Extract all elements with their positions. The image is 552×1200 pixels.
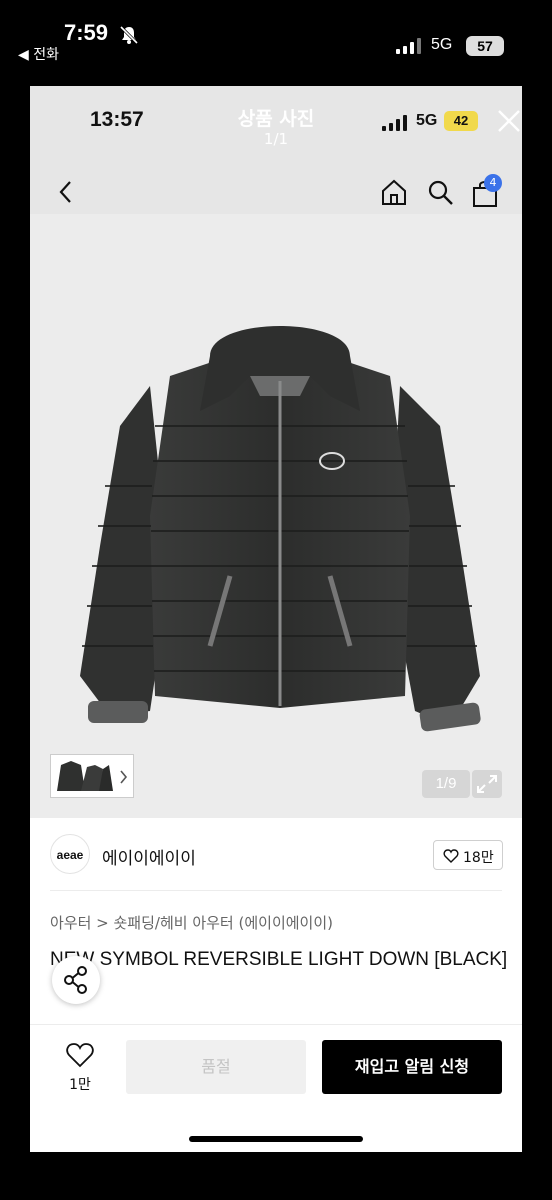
gallery-page-indicator: 1/9 — [422, 770, 470, 798]
brand-logo[interactable]: aeae — [50, 834, 90, 874]
outer-status-bar: 7:59 ◀ 전화 5G 57 — [0, 0, 552, 80]
restock-alert-button[interactable]: 재입고 알림 신청 — [322, 1040, 502, 1094]
cart-count-badge: 4 — [484, 174, 502, 192]
brand-name[interactable]: 에이이에이이 — [102, 844, 196, 869]
thumbnail-images — [57, 761, 128, 791]
soldout-button: 품절 — [126, 1040, 306, 1094]
bottom-bar-divider — [30, 1024, 522, 1025]
product-like-button[interactable]: 1만 — [62, 1042, 98, 1093]
outer-network-label: 5G — [431, 36, 453, 53]
brand-row[interactable]: aeae 에이이에이이 18만 — [50, 834, 503, 878]
thumbnail-strip[interactable] — [50, 754, 134, 798]
breadcrumb[interactable]: 아우터 > 숏패딩/헤비 아우터 (에이이에이이) — [50, 912, 333, 933]
search-icon[interactable] — [426, 178, 454, 206]
back-arrow-icon[interactable] — [56, 179, 76, 205]
inner-signal-icon — [382, 115, 407, 131]
inner-network-label: 5G — [416, 112, 438, 129]
heart-icon — [66, 1043, 94, 1068]
back-to-call-link[interactable]: ◀ 전화 — [18, 44, 59, 64]
outer-battery-icon: 57 — [466, 36, 504, 56]
brand-like-button[interactable]: 18만 — [433, 840, 503, 870]
close-icon[interactable] — [496, 108, 522, 134]
screenshot-frame: 13:57 상품 사진 1/1 5G 42 4 1/9 aeae 에이이에이이 … — [30, 86, 522, 1152]
share-icon — [64, 966, 87, 994]
divider — [50, 890, 502, 891]
mute-bell-icon — [119, 25, 139, 45]
expand-icon[interactable] — [472, 770, 502, 798]
share-button[interactable] — [52, 956, 100, 1004]
inner-battery-icon: 42 — [444, 111, 478, 131]
product-photo-area: 13:57 상품 사진 1/1 5G 42 4 1/9 — [30, 86, 522, 818]
outer-clock: 7:59 — [64, 20, 109, 45]
product-jacket-image[interactable] — [60, 316, 500, 746]
product-title: NEW SYMBOL REVERSIBLE LIGHT DOWN [BLACK] — [50, 949, 508, 970]
heart-icon — [443, 849, 459, 863]
brand-like-count: 18만 — [463, 850, 494, 866]
home-indicator[interactable] — [189, 1136, 363, 1142]
home-icon[interactable] — [380, 178, 408, 206]
photo-viewer-count: 1/1 — [263, 130, 289, 148]
signal-icon — [396, 38, 421, 54]
product-like-count: 1만 — [69, 1077, 91, 1093]
